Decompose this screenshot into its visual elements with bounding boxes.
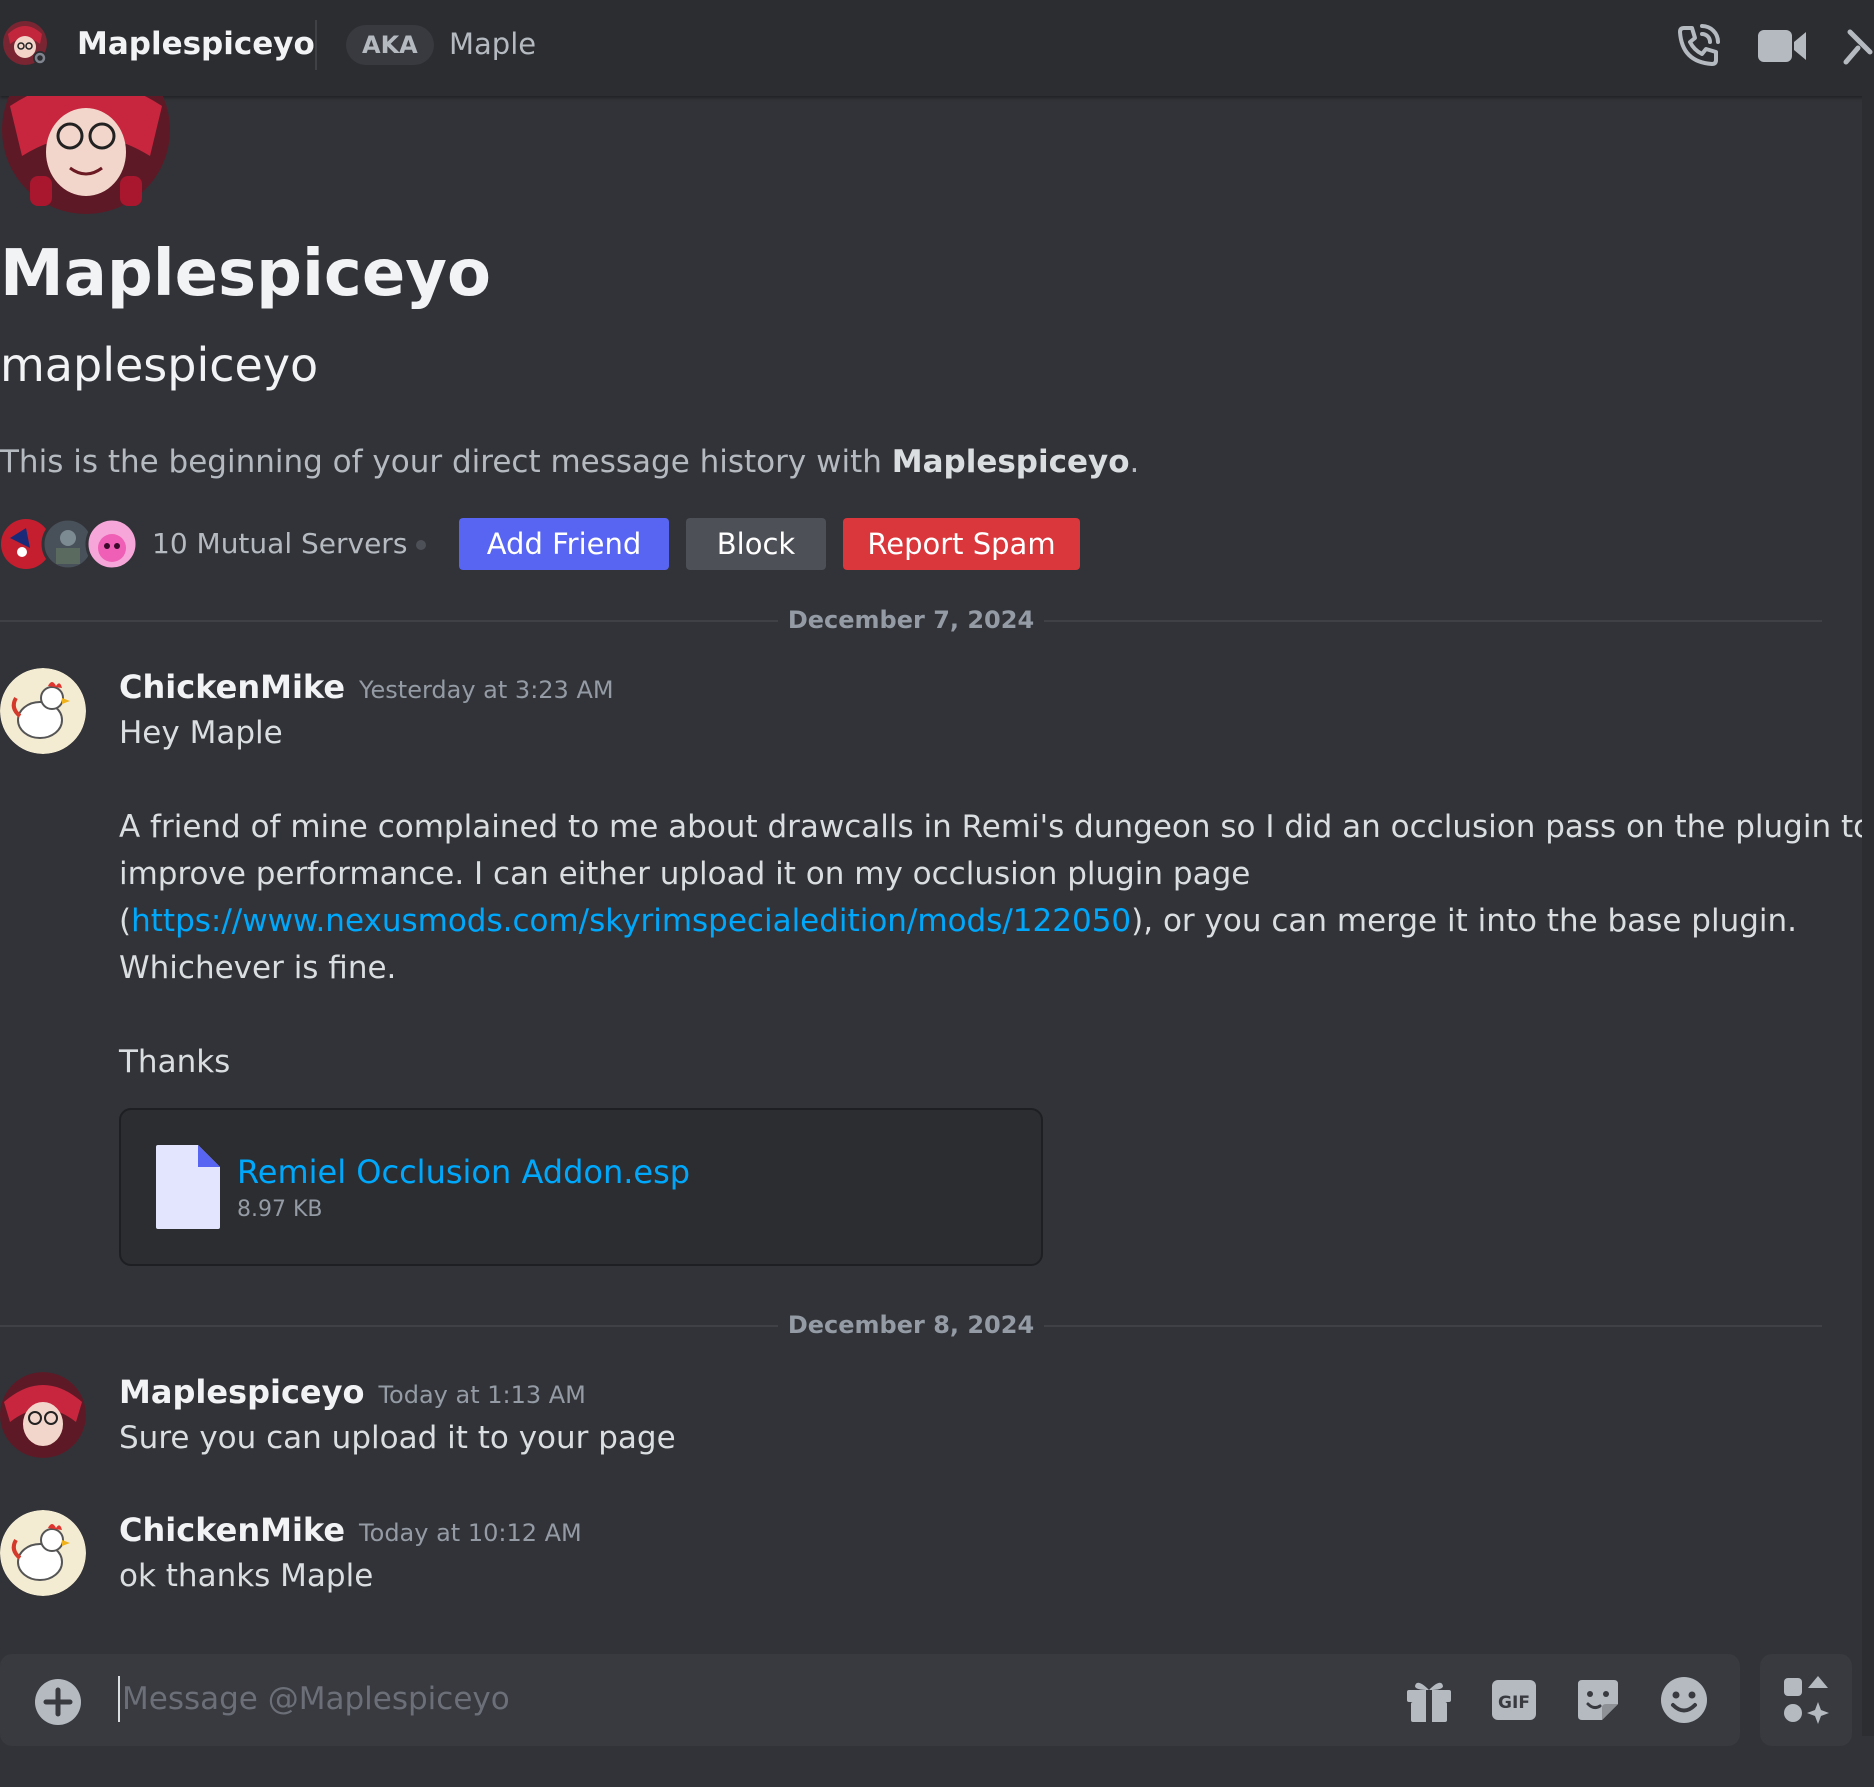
message-text: (https://www.nexusmods.com/skyrimspecial… bbox=[119, 903, 1798, 939]
date-label: December 7, 2024 bbox=[777, 606, 1045, 634]
mutual-server-icons[interactable] bbox=[0, 518, 140, 570]
mutual-servers-link[interactable]: 10 Mutual Servers bbox=[152, 522, 407, 566]
message-timestamp: Today at 10:12 AM bbox=[359, 1519, 582, 1547]
message-timestamp: Yesterday at 3:23 AM bbox=[359, 676, 614, 704]
apps-button[interactable] bbox=[1760, 1654, 1852, 1746]
message-text: Whichever is fine. bbox=[119, 950, 397, 986]
message-text: Thanks bbox=[119, 1044, 231, 1080]
intro-name: Maplespiceyo bbox=[891, 444, 1130, 480]
file-icon bbox=[156, 1145, 220, 1229]
header-title: Maplespiceyo bbox=[77, 26, 315, 62]
author-avatar[interactable] bbox=[0, 1510, 86, 1596]
gift-icon[interactable] bbox=[1403, 1674, 1455, 1726]
video-call-icon[interactable] bbox=[1754, 18, 1810, 74]
aka-value: Maple bbox=[449, 27, 537, 61]
sticker-icon[interactable] bbox=[1572, 1674, 1624, 1726]
text-caret bbox=[118, 1676, 120, 1722]
profile-username: maplespiceyo bbox=[0, 338, 319, 392]
date-divider: December 7, 2024 bbox=[0, 606, 1822, 634]
message-text: A friend of mine complained to me about … bbox=[119, 809, 1873, 845]
message-text: improve performance. I can either upload… bbox=[119, 856, 1251, 892]
message-input[interactable]: Message @Maplespiceyo bbox=[122, 1676, 510, 1722]
message-author[interactable]: Maplespiceyo Today at 1:13 AM bbox=[119, 1370, 586, 1417]
add-attachment-icon[interactable] bbox=[34, 1678, 82, 1726]
message-timestamp: Today at 1:13 AM bbox=[378, 1381, 586, 1409]
scrollbar-track[interactable] bbox=[1862, 96, 1874, 1736]
intro-prefix: This is the beginning of your direct mes… bbox=[0, 444, 892, 480]
date-label: December 8, 2024 bbox=[777, 1311, 1045, 1339]
aka-badge: AKA bbox=[346, 25, 434, 65]
dot-separator bbox=[416, 540, 426, 550]
file-attachment[interactable]: Remiel Occlusion Addon.esp 8.97 KB bbox=[119, 1108, 1043, 1266]
attachment-size: 8.97 KB bbox=[237, 1197, 323, 1222]
date-divider: December 8, 2024 bbox=[0, 1311, 1822, 1339]
message-text: Sure you can upload it to your page bbox=[119, 1420, 676, 1456]
message-composer[interactable]: Message @Maplespiceyo GIF bbox=[0, 1654, 1740, 1746]
header-avatar-icon[interactable] bbox=[2, 20, 48, 66]
profile-display-name: Maplespiceyo bbox=[0, 237, 491, 311]
profile-avatar[interactable] bbox=[0, 96, 172, 214]
message-text: ok thanks Maple bbox=[119, 1558, 374, 1594]
report-spam-button[interactable]: Report Spam bbox=[843, 518, 1080, 570]
add-friend-button[interactable]: Add Friend bbox=[459, 518, 669, 570]
gif-icon[interactable]: GIF bbox=[1488, 1674, 1540, 1726]
message-author[interactable]: ChickenMike Yesterday at 3:23 AM bbox=[119, 665, 614, 712]
apps-icon bbox=[1784, 1676, 1829, 1724]
channel-header: Maplespiceyo AKA Maple bbox=[0, 0, 1874, 96]
author-avatar[interactable] bbox=[0, 1372, 86, 1458]
pin-icon[interactable] bbox=[1842, 18, 1874, 74]
header-divider bbox=[315, 20, 317, 70]
message-text: Hey Maple bbox=[119, 715, 283, 751]
intro-suffix: . bbox=[1129, 444, 1140, 480]
block-button[interactable]: Block bbox=[686, 518, 826, 570]
phone-call-icon[interactable] bbox=[1670, 18, 1726, 74]
message-author[interactable]: ChickenMike Today at 10:12 AM bbox=[119, 1508, 582, 1555]
emoji-icon[interactable] bbox=[1658, 1674, 1710, 1726]
attachment-filename[interactable]: Remiel Occlusion Addon.esp bbox=[237, 1152, 690, 1192]
message-link[interactable]: https://www.nexusmods.com/skyrimspeciale… bbox=[131, 903, 1131, 939]
svg-text:GIF: GIF bbox=[1498, 1693, 1530, 1713]
author-avatar[interactable] bbox=[0, 668, 86, 754]
dm-intro-text: This is the beginning of your direct mes… bbox=[0, 440, 1139, 484]
